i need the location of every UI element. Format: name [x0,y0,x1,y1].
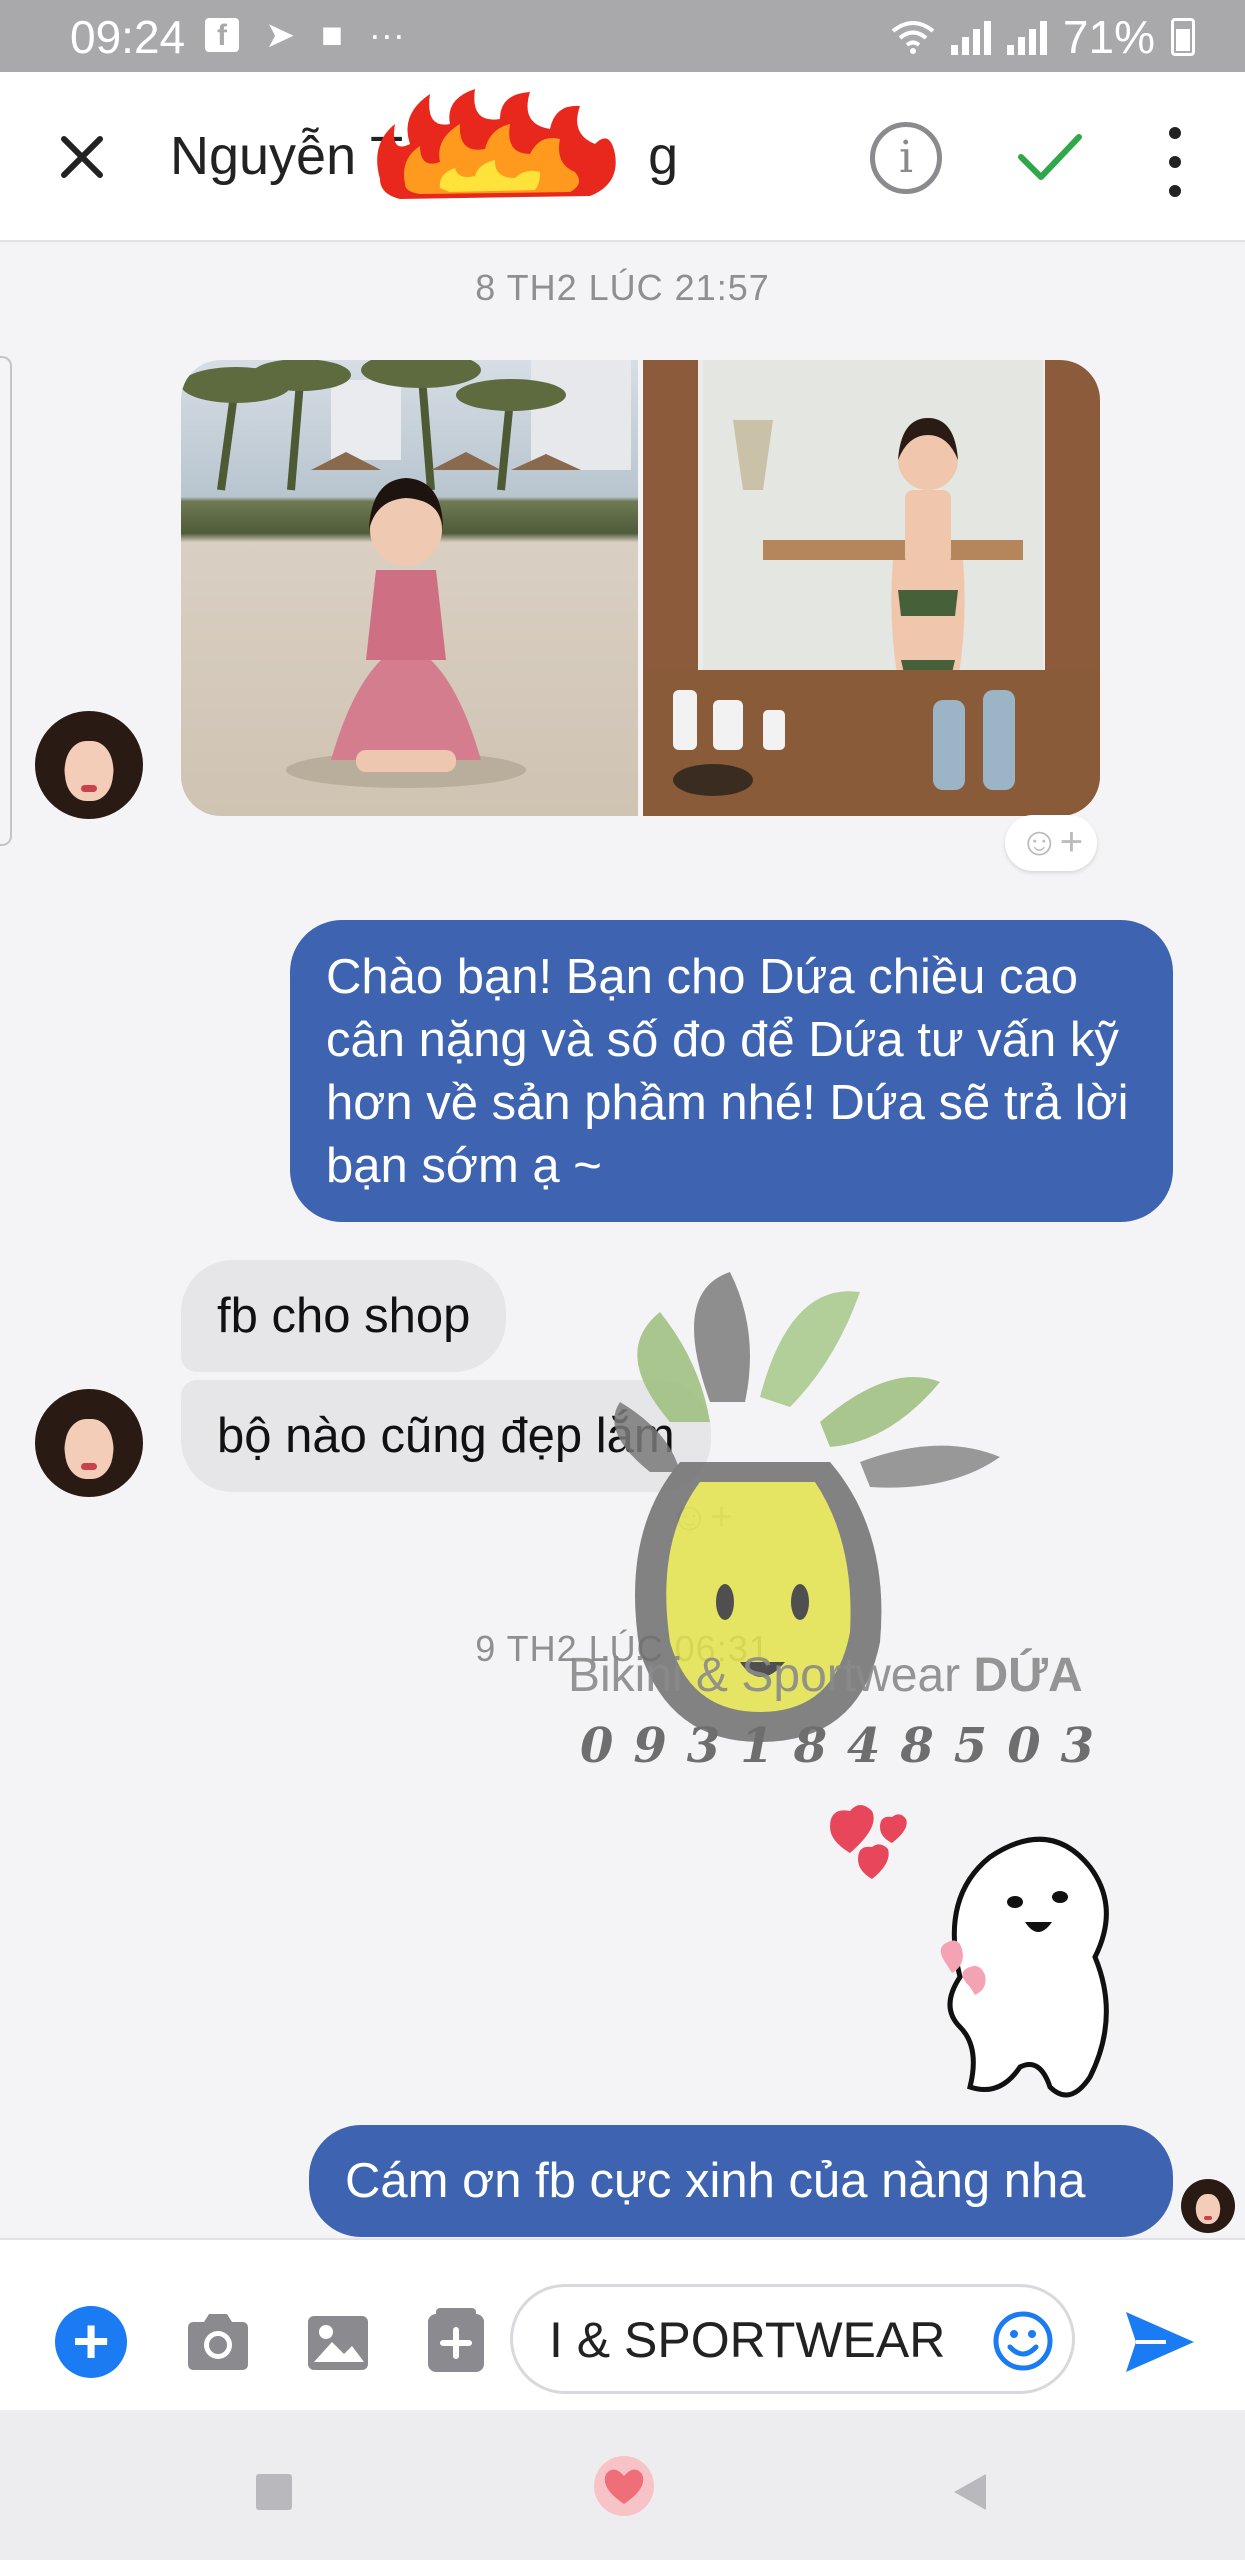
signal-icon-2 [1006,19,1047,55]
message-composer: + I & SPORTWEAR [0,2238,1245,2410]
notification-icons: f ➤ ■ ··· [205,14,405,56]
redaction-fire-sticker [377,89,616,199]
message-icon: ■ [321,14,343,55]
outgoing-message[interactable]: Chào bạn! Bạn cho Dứa chiều cao cân nặng… [290,920,1173,1222]
beach-photo-illustration [181,360,631,788]
camera-icon[interactable] [182,2306,254,2378]
message-input[interactable]: I & SPORTWEAR [510,2284,1075,2394]
mirror-selfie-photo[interactable] [643,360,1100,816]
add-icon[interactable]: + [55,2306,127,2378]
contact-avatar[interactable] [35,711,143,819]
status-bar: 09:24 f ➤ ■ ··· 71% [0,0,1245,72]
watermark-brand-prefix: Bikini & Sportwear [568,1649,974,1702]
outgoing-message[interactable]: Cám ơn fb cực xinh của nàng nha [309,2125,1173,2237]
system-indicators: 71% [891,10,1195,64]
love-sticker[interactable] [820,1797,1180,2117]
contact-avatar[interactable] [35,1389,143,1497]
gallery-icon[interactable] [302,2306,374,2378]
signal-icon-1 [950,19,991,55]
close-button[interactable] [52,127,112,187]
navigation-icon: ➤ [265,14,296,55]
send-icon[interactable] [1122,2306,1198,2378]
conversation-header: Nguyễn Tg i [0,72,1245,242]
message-list[interactable]: 8 TH2 LÚC 21:57 ☺+ Chào bạn! Bạn cho Dứa… [0,242,1245,2238]
info-icon: i [898,132,914,183]
read-receipt-avatar [1181,2179,1235,2233]
emoji-icon[interactable] [991,2309,1055,2373]
watermark-phone: 0931848503 [580,1718,1114,1774]
more-vertical-icon[interactable] [1165,127,1185,197]
timestamp: 8 TH2 LÚC 21:57 [475,267,770,308]
battery-percent: 71% [1062,11,1155,63]
scroll-edge [0,356,12,846]
beach-photo[interactable] [181,360,638,816]
facebook-icon: f [205,18,239,52]
info-button[interactable]: i [870,122,942,194]
status-time: 09:24 [70,11,186,63]
react-emoji-icon[interactable]: ☺+ [1005,815,1097,871]
back-icon[interactable] [950,2470,990,2514]
recent-apps-icon[interactable] [256,2474,292,2510]
mirror-selfie-illustration [643,360,1100,816]
watermark-brand: Bikini & Sportwear DỨA [568,1648,1083,1703]
watermark-brand-bold: DỨA [973,1649,1083,1702]
message-input-text: I & SPORTWEAR [549,2312,946,2368]
wifi-icon [891,21,935,54]
battery-icon [1171,18,1195,56]
close-icon [61,136,103,178]
home-heart-icon[interactable] [592,2454,656,2518]
incoming-message[interactable]: fb cho shop [181,1260,507,1372]
contact-name-tail: g [648,126,679,186]
more-notifications-icon: ··· [368,14,405,55]
system-navigation-bar [0,2410,1245,2560]
check-icon[interactable] [1015,127,1085,187]
sticker-icon[interactable] [420,2306,492,2378]
